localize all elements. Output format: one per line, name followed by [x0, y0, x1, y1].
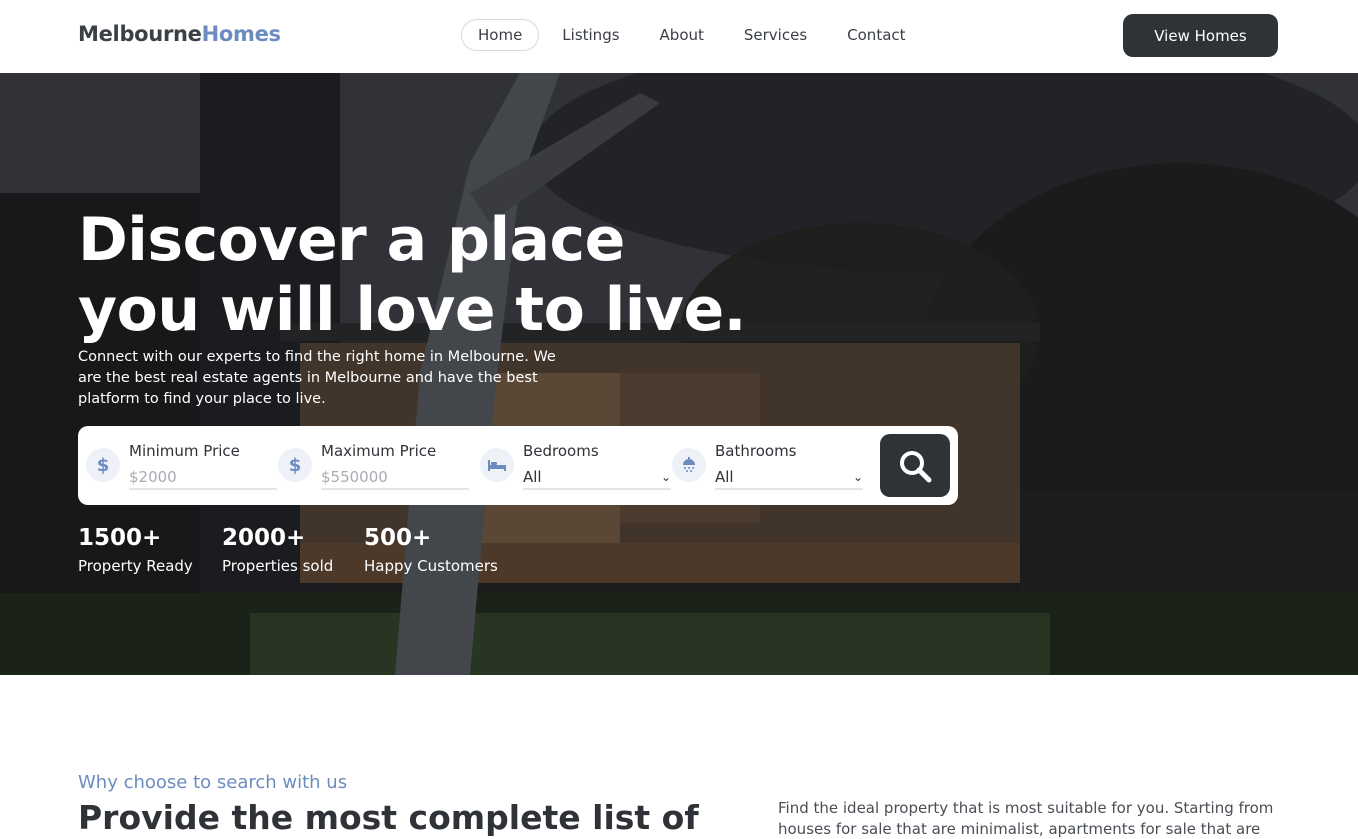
chevron-down-icon: ⌄: [852, 470, 863, 484]
stat-happy-customers: 500+ Happy Customers: [364, 523, 498, 575]
stat-label: Happy Customers: [364, 557, 498, 575]
min-price-input[interactable]: [129, 466, 277, 490]
bed-icon: [480, 448, 514, 482]
section-eyebrow: Why choose to search with us: [78, 772, 348, 793]
shower-icon: [672, 448, 706, 482]
stat-properties-sold: 2000+ Properties sold: [222, 523, 333, 575]
max-price-field: $ Maximum Price: [270, 426, 470, 505]
section-heading: Provide the most complete list of: [78, 798, 699, 837]
bedrooms-field: Bedrooms All ⌄: [478, 426, 678, 505]
stat-value: 500+: [364, 525, 432, 551]
stat-label: Property Ready: [78, 557, 193, 575]
bathrooms-label: Bathrooms: [715, 442, 797, 460]
bathrooms-select[interactable]: All ⌄: [715, 466, 863, 490]
bedrooms-select[interactable]: All ⌄: [523, 466, 671, 490]
navbar: MelbourneHomes Home Listings About Servi…: [0, 0, 1358, 73]
hero-title: Discover a place you will love to live.: [78, 205, 778, 345]
nav-link-about[interactable]: About: [643, 19, 721, 51]
property-search-bar: $ Minimum Price $ Maximum Price Bedrooms…: [78, 426, 958, 505]
stat-value: 1500+: [78, 525, 162, 551]
brand-logo[interactable]: MelbourneHomes: [78, 22, 281, 46]
nav-link-listings[interactable]: Listings: [545, 19, 636, 51]
bedrooms-value: All: [523, 468, 542, 486]
brand-logo-part2: Homes: [201, 22, 281, 46]
hero-title-line1: Discover a place: [78, 205, 625, 275]
bedrooms-label: Bedrooms: [523, 442, 599, 460]
main-nav: Home Listings About Services Contact: [461, 19, 929, 51]
search-button[interactable]: [880, 434, 950, 497]
hero-title-line2: you will love to live.: [78, 275, 746, 345]
stat-label: Properties sold: [222, 557, 334, 575]
dollar-icon: $: [278, 448, 312, 482]
dollar-icon: $: [86, 448, 120, 482]
nav-link-contact[interactable]: Contact: [830, 19, 922, 51]
stat-property-ready: 1500+ Property Ready: [78, 523, 193, 575]
max-price-label: Maximum Price: [321, 442, 437, 460]
search-icon: [900, 450, 932, 482]
bathrooms-field: Bathrooms All ⌄: [670, 426, 870, 505]
nav-link-services[interactable]: Services: [727, 19, 824, 51]
hero-subtitle: Connect with our experts to find the rig…: [78, 349, 556, 407]
min-price-field: $ Minimum Price: [78, 426, 278, 505]
min-price-label: Minimum Price: [129, 442, 240, 460]
view-homes-button[interactable]: View Homes: [1123, 14, 1278, 57]
bathrooms-value: All: [715, 468, 734, 486]
brand-logo-part1: Melbourne: [78, 22, 202, 46]
nav-link-home[interactable]: Home: [461, 19, 540, 51]
stat-value: 2000+: [222, 525, 306, 551]
section-body: Find the ideal property that is most sui…: [778, 799, 1274, 838]
max-price-input[interactable]: [321, 466, 469, 490]
